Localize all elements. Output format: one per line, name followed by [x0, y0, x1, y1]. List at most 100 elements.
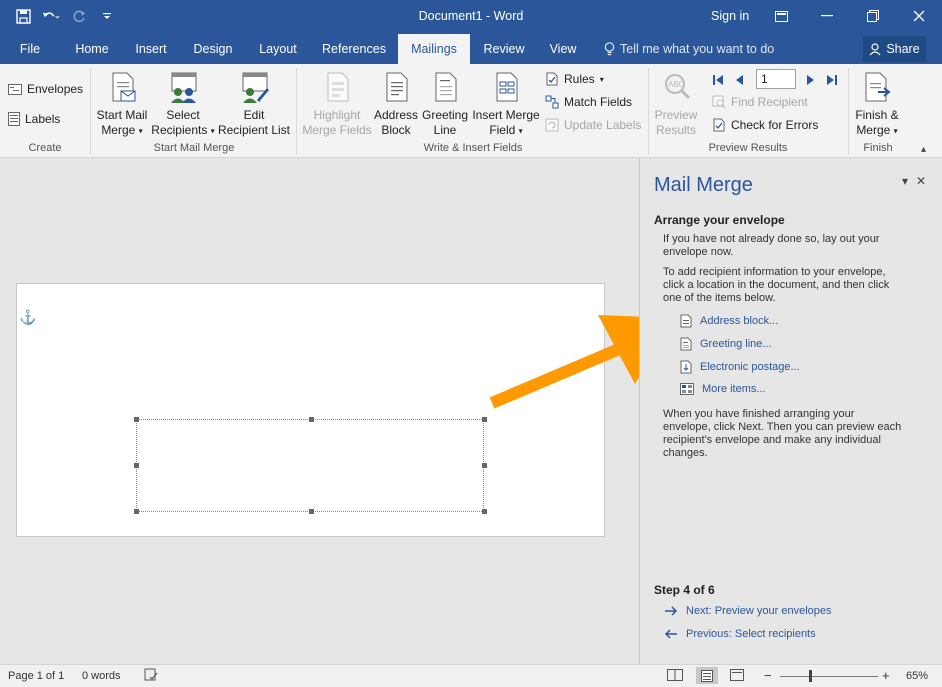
- arrow-left-icon: [664, 629, 677, 639]
- envelopes-button[interactable]: Envelopes: [8, 80, 83, 98]
- match-fields-button[interactable]: Match Fields: [545, 93, 632, 111]
- resize-handle[interactable]: [482, 463, 487, 468]
- page-count[interactable]: Page 1 of 1: [8, 670, 64, 682]
- group-label-start-mail-merge: Start Mail Merge: [153, 142, 235, 154]
- ribbon-display-options-icon[interactable]: [758, 0, 804, 32]
- tab-mailings[interactable]: Mailings: [398, 34, 470, 64]
- next-record-icon[interactable]: [806, 74, 816, 86]
- tab-file[interactable]: File: [8, 34, 52, 64]
- save-icon[interactable]: [14, 7, 32, 25]
- greeting-line-button[interactable]: Greeting Line: [420, 70, 470, 138]
- undo-icon[interactable]: [42, 7, 60, 25]
- quick-access-toolbar: [14, 7, 116, 25]
- greeting-line-line1: Greeting: [421, 108, 469, 122]
- resize-handle[interactable]: [134, 417, 139, 422]
- finish-merge-button[interactable]: Finish & Merge ▾: [852, 70, 902, 138]
- previous-step-link[interactable]: Previous: Select recipients: [664, 628, 816, 640]
- address-block-icon: [680, 314, 692, 328]
- pane-instruction-text: To add recipient information to your env…: [663, 266, 918, 305]
- minimize-icon[interactable]: [804, 0, 850, 32]
- group-label-create: Create: [28, 142, 62, 154]
- highlight-merge-fields-button[interactable]: Highlight Merge Fields: [300, 70, 374, 138]
- tab-layout[interactable]: Layout: [250, 34, 306, 64]
- read-mode-icon[interactable]: [667, 669, 683, 684]
- electronic-postage-link[interactable]: Electronic postage...: [680, 360, 800, 374]
- pane-intro-text: If you have not already done so, lay out…: [663, 233, 918, 259]
- address-text-box[interactable]: [134, 417, 487, 514]
- preview-results-button[interactable]: ABC Preview Results: [652, 70, 700, 138]
- resize-handle[interactable]: [309, 417, 314, 422]
- tell-me-search[interactable]: Tell me what you want to do: [604, 42, 774, 56]
- close-icon[interactable]: [896, 0, 942, 32]
- collapse-ribbon-icon[interactable]: ▴: [921, 144, 926, 155]
- sign-in-link[interactable]: Sign in: [711, 9, 749, 23]
- address-block-link[interactable]: Address block...: [680, 314, 778, 328]
- tab-insert[interactable]: Insert: [128, 34, 174, 64]
- web-layout-icon[interactable]: [730, 669, 744, 684]
- select-recipients-button[interactable]: Select Recipients ▾: [151, 70, 215, 138]
- zoom-in-icon[interactable]: +: [882, 668, 890, 683]
- title-bar: Document1 - Word Sign in: [0, 0, 942, 34]
- check-for-errors-button[interactable]: Check for Errors: [712, 116, 818, 134]
- record-number-input[interactable]: 1: [756, 69, 796, 89]
- address-block-icon: [386, 72, 408, 102]
- recipients-icon: [171, 72, 197, 103]
- previous-step-label: Previous: Select recipients: [686, 628, 816, 640]
- update-labels-button[interactable]: Update Labels: [545, 116, 641, 134]
- zoom-out-icon[interactable]: −: [764, 668, 772, 683]
- preview-abc-icon: ABC: [665, 74, 691, 100]
- group-label-preview-results: Preview Results: [708, 142, 788, 154]
- print-layout-icon[interactable]: [696, 667, 718, 684]
- resize-handle[interactable]: [482, 509, 487, 514]
- insert-merge-field-button[interactable]: Insert Merge Field ▾: [471, 70, 541, 138]
- next-step-link[interactable]: Next: Preview your envelopes: [664, 605, 832, 617]
- customize-toolbar-icon[interactable]: [98, 7, 116, 25]
- word-count[interactable]: 0 words: [82, 670, 121, 682]
- share-button[interactable]: Share: [863, 36, 926, 62]
- greeting-line-icon: [680, 337, 692, 351]
- highlight-line1: Highlight: [313, 108, 361, 122]
- rules-button[interactable]: Rules ▾: [545, 70, 604, 88]
- last-record-icon[interactable]: [826, 74, 838, 86]
- address-block-link-label: Address block...: [700, 315, 779, 327]
- find-recipient-button[interactable]: Find Recipient: [712, 93, 808, 111]
- greeting-line-link[interactable]: Greeting line...: [680, 337, 772, 351]
- pane-finish-text: When you have finished arranging your en…: [663, 408, 918, 460]
- previous-record-icon[interactable]: [734, 74, 744, 86]
- more-items-link[interactable]: More items...: [680, 383, 766, 395]
- finish-merge-icon: [865, 72, 891, 102]
- finish-merge-line1: Finish &: [855, 108, 899, 122]
- update-labels-label: Update Labels: [564, 118, 642, 132]
- resize-handle[interactable]: [134, 509, 139, 514]
- person-icon: [869, 42, 881, 55]
- proofing-icon[interactable]: [144, 668, 158, 685]
- update-labels-icon: [545, 118, 559, 132]
- address-block-line1: Address: [373, 108, 419, 122]
- tab-home[interactable]: Home: [66, 34, 118, 64]
- first-record-icon[interactable]: [712, 74, 724, 86]
- address-block-button[interactable]: Address Block: [373, 70, 419, 138]
- tab-references[interactable]: References: [316, 34, 392, 64]
- lightbulb-icon: [604, 42, 615, 56]
- labels-button[interactable]: Labels: [8, 110, 60, 128]
- insert-merge-field-line1: Insert Merge: [472, 108, 540, 122]
- insert-merge-field-line2: Field: [489, 123, 516, 137]
- resize-handle[interactable]: [309, 509, 314, 514]
- tab-review[interactable]: Review: [476, 34, 532, 64]
- postage-icon: [680, 360, 692, 374]
- zoom-slider-thumb[interactable]: [809, 670, 812, 682]
- zoom-level[interactable]: 65%: [906, 670, 928, 682]
- edit-recipient-list-button[interactable]: Edit Recipient List: [216, 70, 292, 138]
- address-block-line2: Block: [381, 123, 411, 137]
- window-controls: [758, 0, 942, 32]
- restore-icon[interactable]: [850, 0, 896, 32]
- tab-view[interactable]: View: [540, 34, 586, 64]
- resize-handle[interactable]: [134, 463, 139, 468]
- zoom-slider-track[interactable]: [780, 676, 878, 677]
- pane-close-icon[interactable]: ✕: [916, 174, 926, 188]
- redo-icon[interactable]: [70, 7, 88, 25]
- start-mail-merge-button[interactable]: Start Mail Merge ▾: [94, 70, 150, 138]
- tab-design[interactable]: Design: [186, 34, 240, 64]
- pane-options-icon[interactable]: ▾: [902, 174, 908, 188]
- select-recipients-line2: Recipients: [151, 123, 208, 137]
